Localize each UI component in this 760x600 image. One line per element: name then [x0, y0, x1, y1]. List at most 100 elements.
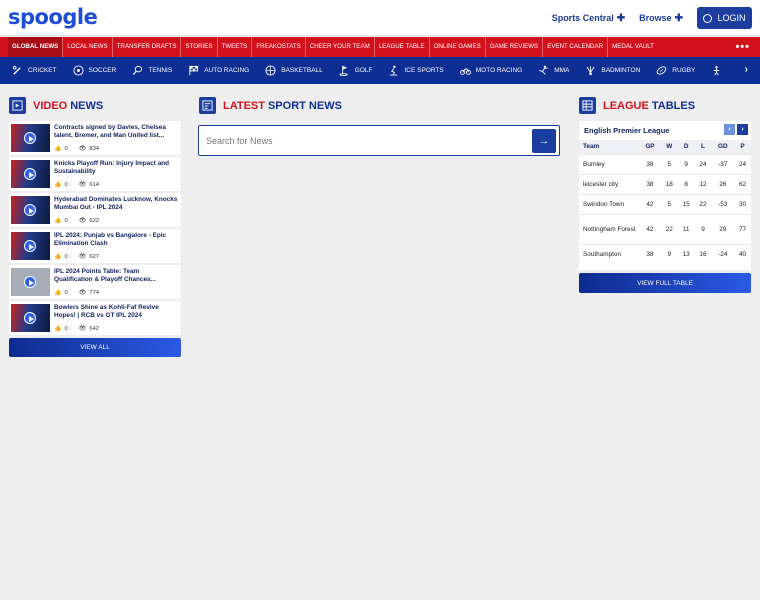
video-news-icon — [9, 97, 26, 114]
tennis-icon — [133, 65, 143, 76]
team-name[interactable]: leicester city — [579, 173, 639, 194]
video-item[interactable]: Knicks Playoff Run: Injury Impact and Su… — [9, 157, 181, 191]
plus-icon: ✚ — [674, 12, 683, 24]
thumbs-up-icon[interactable]: 👍 — [54, 217, 61, 224]
team-name[interactable]: Burnley — [579, 153, 639, 174]
sport-auto-racing[interactable]: AUTO RACING — [188, 65, 249, 76]
thumbs-up-icon[interactable]: 👍 — [54, 145, 61, 152]
sport-rugby[interactable]: RUGBY — [656, 65, 695, 76]
sport-mma[interactable]: MMA — [538, 65, 569, 76]
video-item[interactable]: Bowlers Shine as Kohli-Faf Revive Hopes!… — [9, 301, 181, 335]
column-header: GD — [711, 140, 735, 154]
video-item[interactable]: Hyderabad Dominates Lucknow, Knocks Mumb… — [9, 193, 181, 227]
nav-cheer-your-team[interactable]: CHEER YOUR TEAM — [304, 37, 374, 57]
chevron-right-icon[interactable]: › — [745, 64, 748, 75]
league-table-card: English Premier League ‹ › Team GP W D L… — [579, 121, 751, 270]
view-count: 622 — [89, 217, 100, 224]
nav-event-calendar[interactable]: EVENT CALENDAR — [542, 37, 607, 57]
table-cell: 22 — [694, 193, 712, 214]
video-item[interactable]: Contracts signed by Davies, Chelsea tale… — [9, 121, 181, 155]
video-title[interactable]: Hyderabad Dominates Lucknow, Knocks Mumb… — [54, 196, 179, 213]
view-all-videos-button[interactable]: VIEW ALL — [9, 338, 181, 357]
soccer-icon — [72, 65, 84, 76]
thumbs-up-icon[interactable]: 👍 — [54, 325, 61, 332]
login-button[interactable]: LOGIN — [697, 7, 752, 29]
skating-icon — [390, 65, 398, 76]
nav-local-news[interactable]: LOCAL NEWS — [62, 37, 111, 57]
table-cell: 30 — [734, 193, 751, 214]
video-thumbnail[interactable] — [11, 232, 50, 260]
eye-icon: 👁 — [78, 290, 87, 296]
thumbs-up-icon[interactable]: 👍 — [54, 253, 61, 260]
table-cell: 12 — [694, 173, 712, 194]
sport-label: AUTO RACING — [204, 67, 250, 74]
cricket-icon — [13, 66, 21, 75]
site-logo[interactable]: spoogle — [8, 5, 98, 29]
eye-icon: 👁 — [78, 218, 87, 224]
league-tables-icon — [579, 97, 596, 114]
table-cell: 5 — [660, 153, 678, 174]
team-name[interactable]: Southampton — [579, 243, 639, 264]
nav-medal-vault[interactable]: MEDAL VAULT — [607, 37, 658, 57]
video-title[interactable]: Contracts signed by Davies, Chelsea tale… — [54, 124, 179, 141]
sports-nav: CRICKET SOCCER TENNIS AUTO RACING BASKET… — [0, 57, 760, 84]
video-title[interactable]: IPL 2024 Points Table: Team Qualificatio… — [54, 268, 179, 285]
video-thumbnail[interactable] — [11, 160, 50, 188]
sport-tennis[interactable]: TENNIS — [132, 65, 172, 76]
sport-badminton[interactable]: BADMINTON — [585, 65, 640, 76]
nav-online-games[interactable]: ONLINE GAMES — [428, 37, 485, 57]
sport-basketball[interactable]: BASKETBALL — [265, 65, 323, 76]
search-submit-button[interactable]: → — [532, 129, 556, 153]
sport-ice-sports[interactable]: ICE SPORTS — [388, 65, 444, 76]
like-count: 0 — [64, 145, 68, 152]
team-name[interactable]: Swindon Town — [579, 193, 639, 214]
video-item[interactable]: IPL 2024 Points Table: Team Qualificatio… — [9, 265, 181, 299]
nav-game-reviews[interactable]: GAME REVIEWS — [484, 37, 542, 57]
team-name[interactable]: Nottingham Forest — [579, 213, 639, 244]
sport-moto-racing[interactable]: MOTO RACING — [459, 65, 522, 76]
thumbs-up-icon[interactable]: 👍 — [54, 289, 61, 296]
like-count: 0 — [64, 289, 68, 296]
heading-navy-word: NEWS — [70, 99, 104, 112]
table-cell: 42 — [639, 213, 661, 244]
sports-central-link[interactable]: Sports Central ✚ — [552, 13, 625, 24]
thumbs-up-icon[interactable]: 👍 — [54, 181, 61, 188]
view-count: 614 — [89, 181, 100, 188]
video-title[interactable]: Bowlers Shine as Kohli-Faf Revive Hopes!… — [54, 304, 179, 321]
nav-global-news[interactable]: GLOBAL NEWS — [8, 37, 63, 57]
video-thumbnail[interactable] — [11, 304, 50, 332]
table-cell: -24 — [711, 243, 735, 264]
like-count: 0 — [64, 217, 68, 224]
table-cell: 15 — [677, 193, 695, 214]
heading-red-word: LATEST — [223, 99, 265, 112]
nav-league-table[interactable]: LEAGUE TABLE — [373, 37, 429, 57]
video-thumbnail[interactable] — [11, 124, 50, 152]
chevron-right-icon[interactable]: › — [737, 124, 748, 135]
sport-golf[interactable]: GOLF — [339, 65, 372, 76]
video-item[interactable]: IPL 2024: Punjab vs Bangalore - Epic Eli… — [9, 229, 181, 263]
view-full-table-button[interactable]: VIEW FULL TABLE — [579, 273, 751, 293]
table-cell: 18 — [660, 173, 678, 194]
table-cell: 9 — [660, 243, 678, 264]
sport-cricket[interactable]: CRICKET — [12, 65, 57, 76]
sport-soccer[interactable]: SOCCER — [72, 65, 116, 76]
sport-more[interactable] — [711, 65, 727, 76]
view-count: 627 — [89, 253, 100, 260]
video-title[interactable]: Knicks Playoff Run: Injury Impact and Su… — [54, 160, 179, 177]
more-dots-icon[interactable]: ••• — [735, 41, 750, 53]
video-thumbnail[interactable] — [11, 268, 50, 296]
nav-freakostats[interactable]: FREAKOSTATS — [251, 37, 304, 57]
table-cell: 38 — [639, 173, 661, 194]
play-icon — [24, 276, 36, 288]
chevron-left-icon[interactable]: ‹ — [724, 124, 735, 135]
news-search-input[interactable] — [206, 134, 516, 148]
league-name: English Premier League ‹ › — [579, 121, 751, 139]
browse-link[interactable]: Browse ✚ — [639, 13, 683, 24]
video-title[interactable]: IPL 2024: Punjab vs Bangalore - Epic Eli… — [54, 232, 179, 249]
nav-transfer-drafts[interactable]: TRANSFER DRAFTS — [111, 37, 181, 57]
news-search-box: → — [198, 125, 560, 156]
video-thumbnail[interactable] — [11, 196, 50, 224]
latest-news-heading: LATEST SPORT NEWS — [199, 97, 342, 114]
nav-tweets[interactable]: TWEETS — [216, 37, 252, 57]
nav-stories[interactable]: STORIES — [180, 37, 216, 57]
